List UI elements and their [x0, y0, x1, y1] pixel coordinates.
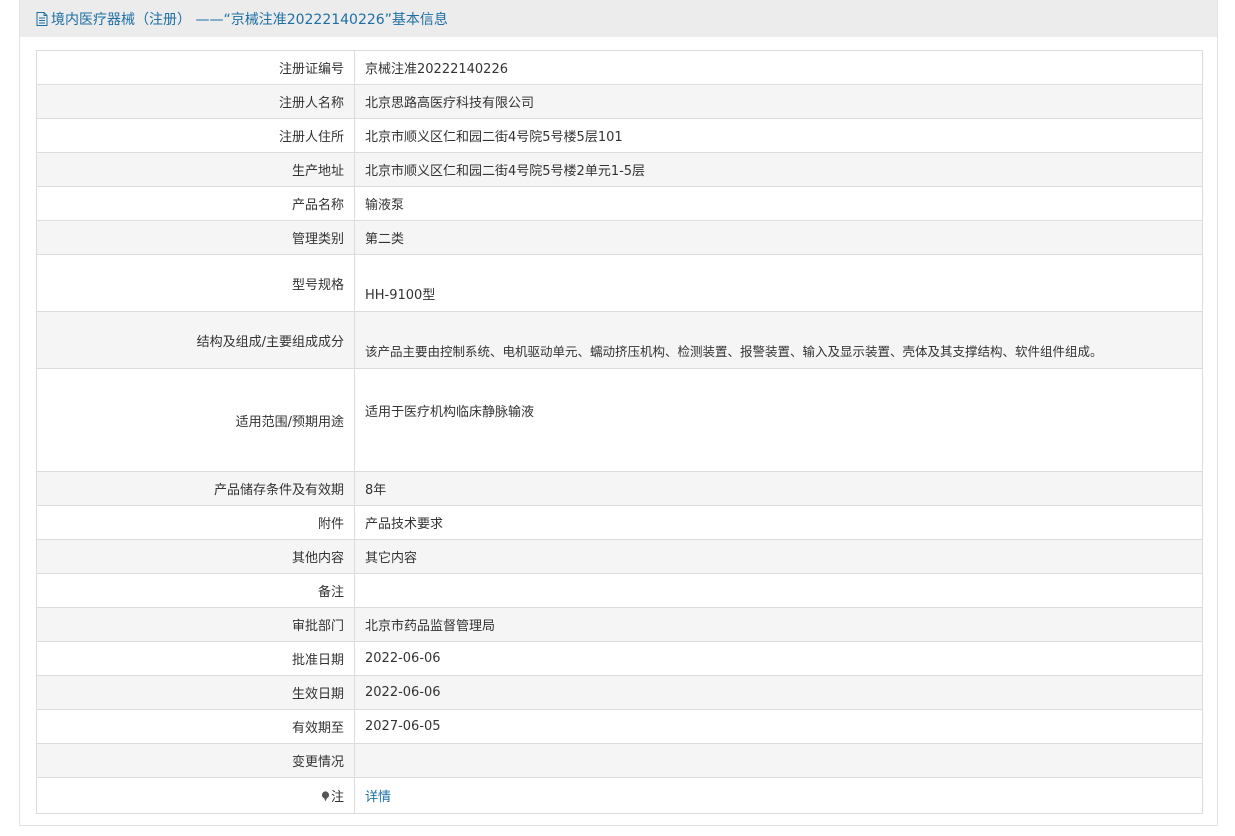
table-row: 备注 [36, 573, 1203, 608]
table-row: 产品名称 输液泵 [36, 186, 1203, 221]
table-row: 管理类别 第二类 [36, 220, 1203, 255]
note-label: 注 [330, 790, 344, 805]
row-label: 审批部门 [36, 607, 355, 642]
table-row: 适用范围/预期用途 适用于医疗机构临床静脉输液 [36, 368, 1203, 472]
row-label: 产品储存条件及有效期 [36, 471, 355, 506]
row-label: 注册证编号 [36, 50, 355, 85]
row-label: 有效期至 [36, 709, 355, 744]
row-value: 8年 [354, 471, 1203, 506]
row-label: 批准日期 [36, 641, 355, 676]
row-value: 北京思路高医疗科技有限公司 [354, 84, 1203, 119]
row-label: 生效日期 [36, 675, 355, 710]
row-value [354, 573, 1203, 608]
row-label: 其他内容 [36, 539, 355, 574]
row-value: 2022-06-06 [354, 641, 1203, 676]
table-row: 有效期至 2027-06-05 [36, 709, 1203, 744]
table-row: 附件 产品技术要求 [36, 505, 1203, 540]
row-label: 生产地址 [36, 152, 355, 187]
details-link[interactable]: 详情 [365, 790, 391, 805]
table-row: 产品储存条件及有效期 8年 [36, 471, 1203, 506]
table-row: 生产地址 北京市顺义区仁和园二街4号院5号楼2单元1-5层 [36, 152, 1203, 187]
table-row: 注 详情 [36, 777, 1203, 814]
table-row: 批准日期 2022-06-06 [36, 641, 1203, 676]
row-value: 北京市顺义区仁和园二街4号院5号楼5层101 [354, 118, 1203, 153]
table-row: 其他内容 其它内容 [36, 539, 1203, 574]
row-value: HH-9100型 [354, 254, 1203, 312]
page-title: 境内医疗器械（注册） ——“京械注准20222140226”基本信息 [51, 11, 448, 28]
row-label: 注册人住所 [36, 118, 355, 153]
row-label: 结构及组成/主要组成成分 [36, 311, 355, 369]
row-label: 备注 [36, 573, 355, 608]
row-label: 型号规格 [36, 254, 355, 312]
row-value: 京械注准20222140226 [354, 50, 1203, 85]
table-row: 注册人名称 北京思路高医疗科技有限公司 [36, 84, 1203, 119]
row-value: 其它内容 [354, 539, 1203, 574]
row-label: 注册人名称 [36, 84, 355, 119]
table-row: 变更情况 [36, 743, 1203, 778]
row-value: 适用于医疗机构临床静脉输液 [354, 368, 1203, 472]
document-icon [36, 11, 48, 26]
row-value: 产品技术要求 [354, 505, 1203, 540]
table-row: 审批部门 北京市药品监督管理局 [36, 607, 1203, 642]
row-label: 产品名称 [36, 186, 355, 221]
row-label: 变更情况 [36, 743, 355, 778]
table-row: 生效日期 2022-06-06 [36, 675, 1203, 710]
page-header: 境内医疗器械（注册） ——“京械注准20222140226”基本信息 [20, 0, 1217, 37]
table-row: 型号规格 HH-9100型 [36, 254, 1203, 312]
row-value: 第二类 [354, 220, 1203, 255]
row-label: 注 [36, 777, 355, 814]
table-row: 注册人住所 北京市顺义区仁和园二街4号院5号楼5层101 [36, 118, 1203, 153]
row-value: 北京市顺义区仁和园二街4号院5号楼2单元1-5层 [354, 152, 1203, 187]
row-label: 适用范围/预期用途 [36, 368, 355, 472]
row-value: 详情 [354, 777, 1203, 814]
row-label: 附件 [36, 505, 355, 540]
table-row: 结构及组成/主要组成成分 该产品主要由控制系统、电机驱动单元、蠕动挤压机构、检测… [36, 311, 1203, 369]
row-value: 该产品主要由控制系统、电机驱动单元、蠕动挤压机构、检测装置、报警装置、输入及显示… [354, 311, 1203, 369]
row-value: 2022-06-06 [354, 675, 1203, 710]
pin-icon [321, 791, 330, 802]
row-label: 管理类别 [36, 220, 355, 255]
row-value [354, 743, 1203, 778]
row-value: 输液泵 [354, 186, 1203, 221]
table-row: 注册证编号 京械注准20222140226 [36, 50, 1203, 85]
registration-info-table: 注册证编号 京械注准20222140226 注册人名称 北京思路高医疗科技有限公… [36, 50, 1203, 814]
detail-panel: 境内医疗器械（注册） ——“京械注准20222140226”基本信息 注册证编号… [19, 0, 1218, 826]
row-value: 北京市药品监督管理局 [354, 607, 1203, 642]
row-value: 2027-06-05 [354, 709, 1203, 744]
